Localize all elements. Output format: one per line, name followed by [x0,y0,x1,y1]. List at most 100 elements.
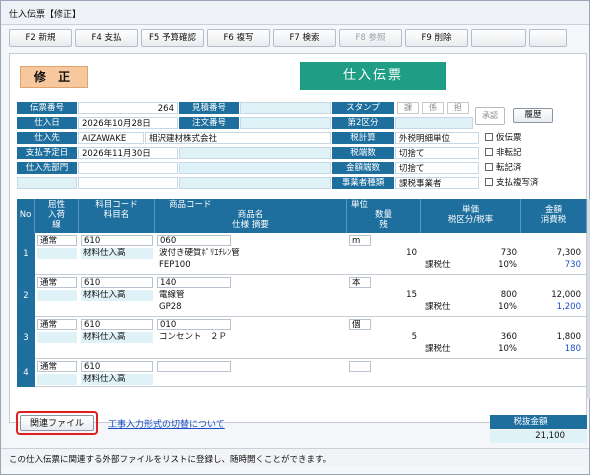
estimate-no-field[interactable] [240,102,331,114]
amount-rounding-label: 金額端数 [332,162,394,174]
row-subject-code[interactable]: 610 [81,277,153,288]
col-attr: 屈性 入荷 線 [35,199,79,233]
row-quantity[interactable]: 15 [349,290,419,301]
budget-check-button[interactable]: F5 予算確認 [141,29,204,47]
row-subject-name: 材料仕入高 [81,290,153,301]
col-attr-line1: 屈性 [47,200,65,210]
supplier-code-field[interactable]: AIZAWAKE [78,132,144,144]
blank-label [17,177,77,189]
status-bar: この仕入伝票に関連する外部ファイルをリストに登録し、随時開くことができます。 [1,448,589,466]
row-tax-rate: 10% [498,302,517,312]
delete-button[interactable]: F9 削除 [405,29,468,47]
row-spec[interactable]: FEP100 [157,260,345,271]
row-product-code[interactable]: 140 [157,277,231,288]
provisional-checkbox[interactable]: 仮伝票 [485,132,522,144]
new-button[interactable]: F2 新規 [9,29,72,47]
row-quantity[interactable]: 5 [349,332,419,343]
history-button[interactable]: 履歴 [513,108,553,123]
approve-stamp[interactable]: 承認 [475,107,505,125]
posted-checkbox[interactable]: 転記済 [485,162,522,174]
row-number: 2 [17,275,35,317]
col-unit-price: 単価 [461,205,479,215]
row-number: 1 [17,233,35,275]
copy-button[interactable]: F6 複写 [207,29,270,47]
col-tax-rate: 税区分/税率 [447,215,494,225]
stamp-staff[interactable]: 係 [422,102,444,114]
extra-name [179,177,331,189]
col-tax-label: 消費税 [540,215,567,225]
payment-button[interactable]: F4 支払 [75,29,138,47]
row-subject-code[interactable]: 610 [81,319,153,330]
row-attr[interactable]: 通常 [37,277,77,288]
row-unit[interactable]: m [349,235,371,246]
row-spec[interactable]: GP28 [157,302,345,313]
slip-no-field[interactable]: 264 [78,102,178,114]
col-amount: 金額 消費税 [521,199,587,233]
col-subject-name: 科目名 [103,210,130,220]
row-number: 4 [17,359,35,387]
row-tax-class[interactable]: 課税仕 [423,302,463,313]
row-tax-class[interactable]: 課税仕 [423,260,463,271]
col-amount-label: 金額 [544,205,562,215]
row-product-name[interactable]: 電線管 [157,290,345,301]
row-unit-price[interactable] [423,374,519,385]
col-unit: 単位 [351,200,369,210]
payment-copied-checkbox[interactable]: 支払複写済 [485,177,539,189]
supplier-dept-field[interactable] [78,162,178,174]
row-product-code[interactable]: 060 [157,235,231,246]
col-attr-line2: 入荷 [47,210,65,220]
entry-format-link[interactable]: 工事入力形式の切替について [108,417,225,430]
order-no-field[interactable] [240,117,331,129]
row-attr[interactable]: 通常 [37,361,77,372]
row-attr[interactable]: 通常 [37,319,77,330]
tax-calc-label: 税計算 [332,132,394,144]
row-unit-price[interactable]: 360 [423,332,519,343]
row-subject-code[interactable]: 610 [81,235,153,246]
supplier-label: 仕入先 [17,132,77,144]
window-title: 仕入伝票【修正】 [1,1,589,25]
row-spec[interactable] [157,344,345,355]
extra-field[interactable] [78,177,178,189]
business-type-value[interactable]: 課税事業者 [395,177,479,189]
blank-function-button [471,29,526,47]
col-remain: 残 [379,220,388,230]
row-product-name[interactable]: 波付き硬質ﾎﾟﾘｴﾁﾚﾝ管 [157,248,345,259]
related-files-highlight: 関連ファイル [16,411,98,435]
row-unit[interactable] [349,361,371,372]
row-quantity[interactable]: 10 [349,248,419,259]
row-receive [37,332,77,343]
row-unit-price[interactable]: 730 [423,248,519,259]
row-unit-price[interactable]: 800 [423,290,519,301]
amount-rounding-value[interactable]: 切捨て [395,162,479,174]
related-files-button[interactable]: 関連ファイル [20,415,94,431]
stamp-person-in-charge[interactable]: 担 [447,102,469,114]
pay-date-note [179,147,331,159]
row-subject-code[interactable]: 610 [81,361,153,372]
row-amount: 7,300 [556,248,581,258]
col-subject: 科目コード 科目名 [79,199,155,233]
row-product-code[interactable]: 010 [157,319,231,330]
category2-field[interactable] [395,117,473,129]
row-tax-rate: 10% [498,344,517,354]
row-product-name[interactable] [157,374,345,385]
document-title: 仕入伝票 [300,62,446,90]
row-attr[interactable]: 通常 [37,235,77,246]
row-product-name[interactable]: コンセント ２Ｐ [157,332,345,343]
row-tax-rate: 10% [498,260,517,270]
row-product-code[interactable] [157,361,231,372]
total-label-extra [571,415,587,429]
stamp-section-chief[interactable]: 課 [397,102,419,114]
tax-rounding-value[interactable]: 切捨て [395,147,479,159]
row-quantity[interactable] [349,374,419,385]
row-amount [523,374,583,385]
category2-label: 第2区分 [332,117,394,129]
date-field[interactable]: 2026年10月28日 [78,117,178,129]
tax-calc-value[interactable]: 外税明細単位 [395,132,479,144]
row-unit[interactable]: 本 [349,277,371,288]
row-tax-class[interactable]: 課税仕 [423,344,463,355]
pay-date-field[interactable]: 2026年11月30日 [78,147,178,159]
search-button[interactable]: F7 検索 [273,29,336,47]
row-unit[interactable]: 個 [349,319,371,330]
no-posting-checkbox[interactable]: 非転記 [485,147,522,159]
purchase-slip-window: 仕入伝票【修正】 F2 新規 F4 支払 F5 予算確認 F6 複写 F7 検索… [0,0,590,475]
